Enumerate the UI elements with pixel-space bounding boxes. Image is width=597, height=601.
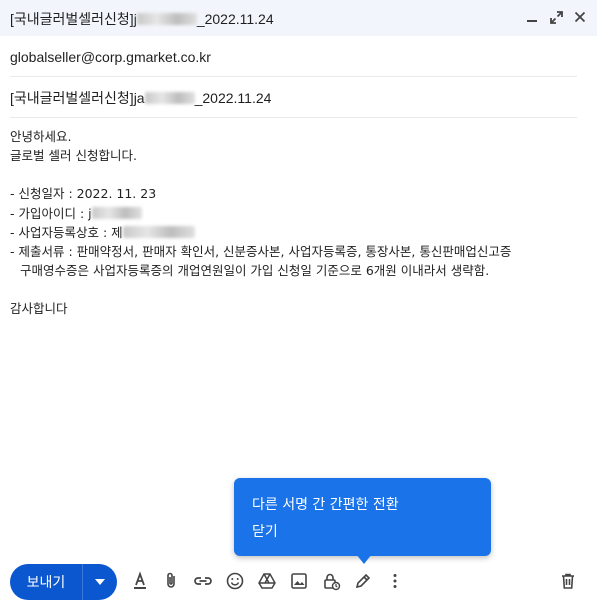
signature-tip-popup: 다른 서명 간 간편한 전환 닫기 [234,478,491,564]
tip-text: 다른 서명 간 간편한 전환 [252,497,399,513]
recipient-address: globalseller@corp.gmarket.co.kr [10,49,211,65]
attach-icon[interactable] [159,569,183,593]
subject-prefix: [국내글러벌셀러신청]ja [10,90,145,106]
redacted-text [136,13,197,25]
body-docs-line2: 구매영수증은 사업자등록증의 개업연원일이 가입 신청일 기준으로 6개원 이내… [20,263,490,279]
message-body[interactable]: 안녕하세요. 글로벌 셀러 신청합니다. - 신청일자 : 2022. 11. … [10,127,580,319]
window-title: [국내글러벌셀러신청]j _2022.11.24 [10,9,530,29]
send-button[interactable]: 보내기 [10,564,83,600]
recipients-field[interactable]: globalseller@corp.gmarket.co.kr [10,36,577,77]
chevron-down-icon [95,579,105,585]
redacted-text [122,225,195,238]
trash-icon[interactable] [556,569,580,593]
subject-field[interactable]: [국내글러벌셀러신청]ja _2022.11.24 [10,77,577,118]
photo-icon[interactable] [287,569,311,593]
window-title-suffix: _2022.11.24 [196,11,274,27]
tip-close-button[interactable]: 닫기 [252,521,278,541]
formatting-icon[interactable] [128,569,152,593]
send-button-group: 보내기 [10,564,117,600]
compose-toolbar: 보내기 [0,560,597,601]
body-biz-line: - 사업자등록상호 : 제 [10,223,580,242]
body-closing: 감사합니다 [10,301,68,317]
body-id-line: - 가입아이디 : j [10,204,580,223]
minimize-icon[interactable] [525,8,539,26]
id-label: - 가입아이디 : j [10,205,92,221]
compose-titlebar[interactable]: [국내글러벌셀러신청]j _2022.11.24 [0,0,597,36]
signature-pen-icon[interactable] [351,569,375,593]
link-icon[interactable] [191,569,215,593]
send-options-button[interactable] [83,564,117,600]
emoji-icon[interactable] [223,569,247,593]
body-greeting: 안녕하세요. [10,129,72,144]
close-icon[interactable] [573,8,587,26]
body-intro: 글로벌 셀러 신청합니다. [10,148,137,164]
biz-label: - 사업자등록상호 : 제 [10,224,123,240]
body-docs-line1: - 제출서류 : 판매약정서, 판매자 확인서, 신분증사본, 사업자등록증, … [10,244,512,260]
body-date-line: - 신청일자 : 2022. 11. 23 [10,186,157,202]
redacted-text [91,206,142,219]
drive-icon[interactable] [255,569,279,593]
expand-icon[interactable] [549,8,563,26]
confidential-mode-icon[interactable] [319,569,343,593]
redacted-text [144,92,195,104]
more-options-icon[interactable] [383,569,407,593]
subject-suffix: _2022.11.24 [194,90,272,106]
window-title-prefix: [국내글러벌셀러신청]j [10,11,137,27]
